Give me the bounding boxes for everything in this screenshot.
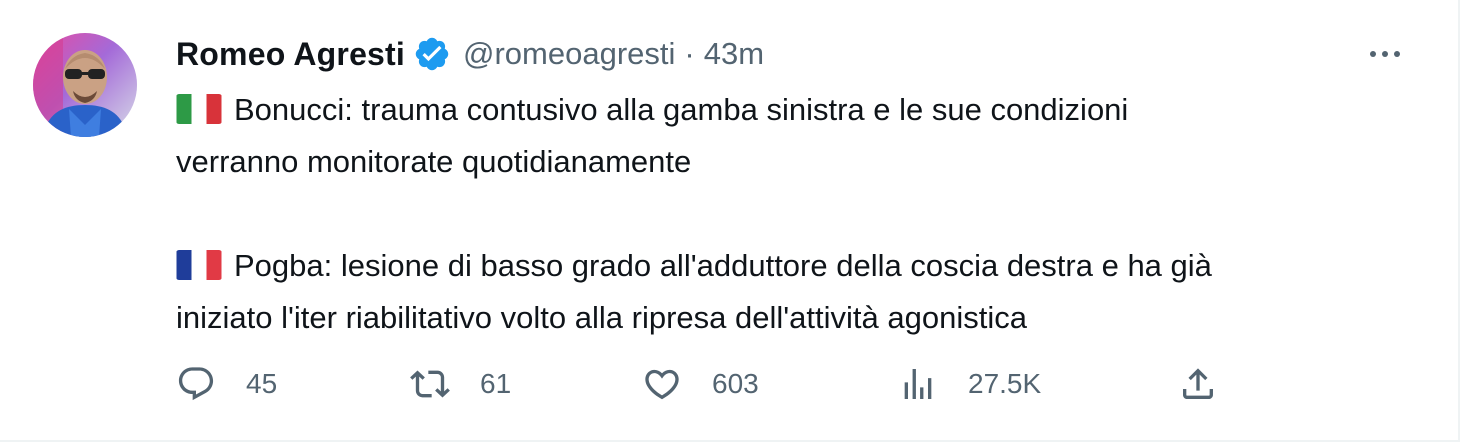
tweet-header: Romeo Agresti @romeoagresti · 43m [176,30,764,78]
tweet-line: verranno monitorate quotidianamente [176,144,692,179]
like-button[interactable]: 603 [642,360,759,408]
reply-button[interactable]: 45 [176,360,277,408]
like-count: 603 [712,368,759,399]
author-avatar[interactable] [33,33,137,137]
tweet-text: Bonucci: trauma contusivo alla gamba sin… [176,84,1446,344]
reply-count: 45 [246,368,278,399]
reply-icon [176,364,216,404]
tweet-line: Pogba: lesione di basso grado all'addutt… [234,248,1212,283]
retweet-icon [410,364,450,404]
france-flag-icon [176,250,222,280]
share-button[interactable] [1178,360,1218,408]
tweet-paragraph: Bonucci: trauma contusivo alla gamba sin… [176,84,1446,188]
tweet-line: Bonucci: trauma contusivo alla gamba sin… [234,92,1129,127]
header-separator: · [684,36,695,71]
verified-badge-icon [413,35,451,73]
tweet-paragraph: Pogba: lesione di basso grado all'addutt… [176,240,1446,344]
retweet-count: 61 [480,368,512,399]
author-handle[interactable]: @romeoagresti [463,36,675,72]
views-count: 27.5K [968,368,1042,399]
views-icon [898,364,938,404]
author-display-name[interactable]: Romeo Agresti [176,36,405,73]
italy-flag-icon [176,94,222,124]
retweet-button[interactable]: 61 [410,360,511,408]
avatar-photo-icon [33,33,137,137]
views-button[interactable]: 27.5K [898,360,1041,408]
heart-icon [642,364,682,404]
share-icon [1178,364,1218,404]
tweet-actions: 45 61 603 27.5K [176,360,1256,408]
more-options-button[interactable] [1360,36,1410,72]
more-icon [1370,51,1376,57]
tweet-line: iniziato l'iter riabilitativo volto alla… [176,300,1027,335]
tweet-timestamp[interactable]: 43m [704,36,764,72]
tweet-card[interactable]: Romeo Agresti @romeoagresti · 43m Bonucc… [0,0,1460,442]
